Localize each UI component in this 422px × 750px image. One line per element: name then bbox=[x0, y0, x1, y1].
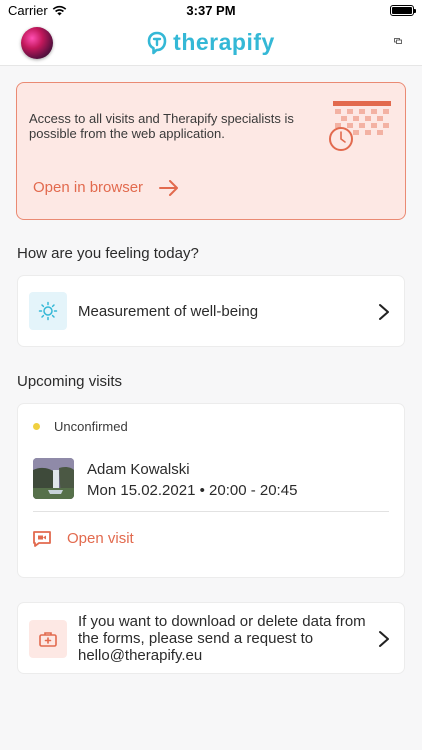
status-time: 3:37 PM bbox=[186, 3, 236, 18]
status-dot bbox=[33, 423, 40, 430]
divider bbox=[33, 511, 389, 512]
web-app-banner: Access to all visits and Therapify speci… bbox=[16, 82, 406, 220]
wellbeing-card[interactable]: Measurement of well-being bbox=[17, 275, 405, 347]
therapist-name: Adam Kowalski bbox=[87, 461, 190, 478]
medical-kit-icon bbox=[39, 632, 57, 647]
visits-section-title: Upcoming visits bbox=[17, 373, 123, 390]
logo-text: therapify bbox=[173, 29, 275, 55]
data-request-text: If you want to download or delete data f… bbox=[78, 613, 366, 664]
feeling-section-title: How are you feeling today? bbox=[17, 245, 199, 262]
calendar-clock-icon bbox=[329, 101, 391, 151]
chevron-right-icon bbox=[379, 304, 389, 320]
open-in-browser-link[interactable]: Open in browser bbox=[33, 179, 179, 196]
open-in-browser-label: Open in browser bbox=[33, 179, 144, 196]
visit-card: Unconfirmed Adam Kowalski Mon 15.02.2021… bbox=[17, 403, 405, 578]
banner-text: Access to all visits and Therapify speci… bbox=[29, 111, 294, 141]
open-visit-label: Open visit bbox=[67, 530, 134, 547]
chevron-right-icon bbox=[379, 631, 389, 647]
status-bar: Carrier 3:37 PM bbox=[0, 0, 422, 22]
visit-datetime: Mon 15.02.2021 • 20:00 - 20:45 bbox=[87, 482, 298, 499]
open-visit-button[interactable]: Open visit bbox=[33, 530, 134, 547]
sun-icon bbox=[38, 301, 58, 321]
app-header: therapify bbox=[0, 22, 422, 66]
wellbeing-label: Measurement of well-being bbox=[78, 303, 259, 320]
chat-icon[interactable] bbox=[394, 38, 402, 44]
therapist-photo bbox=[33, 458, 74, 499]
therapify-logo-icon bbox=[147, 31, 167, 54]
video-chat-icon bbox=[33, 530, 51, 547]
arrow-right-icon bbox=[159, 179, 179, 196]
visit-status: Unconfirmed bbox=[54, 419, 128, 434]
battery-icon bbox=[390, 5, 416, 16]
app-logo: therapify bbox=[0, 29, 422, 56]
wellbeing-icon-box bbox=[29, 292, 67, 330]
data-request-card[interactable]: If you want to download or delete data f… bbox=[17, 602, 405, 674]
data-icon-box bbox=[29, 620, 67, 658]
